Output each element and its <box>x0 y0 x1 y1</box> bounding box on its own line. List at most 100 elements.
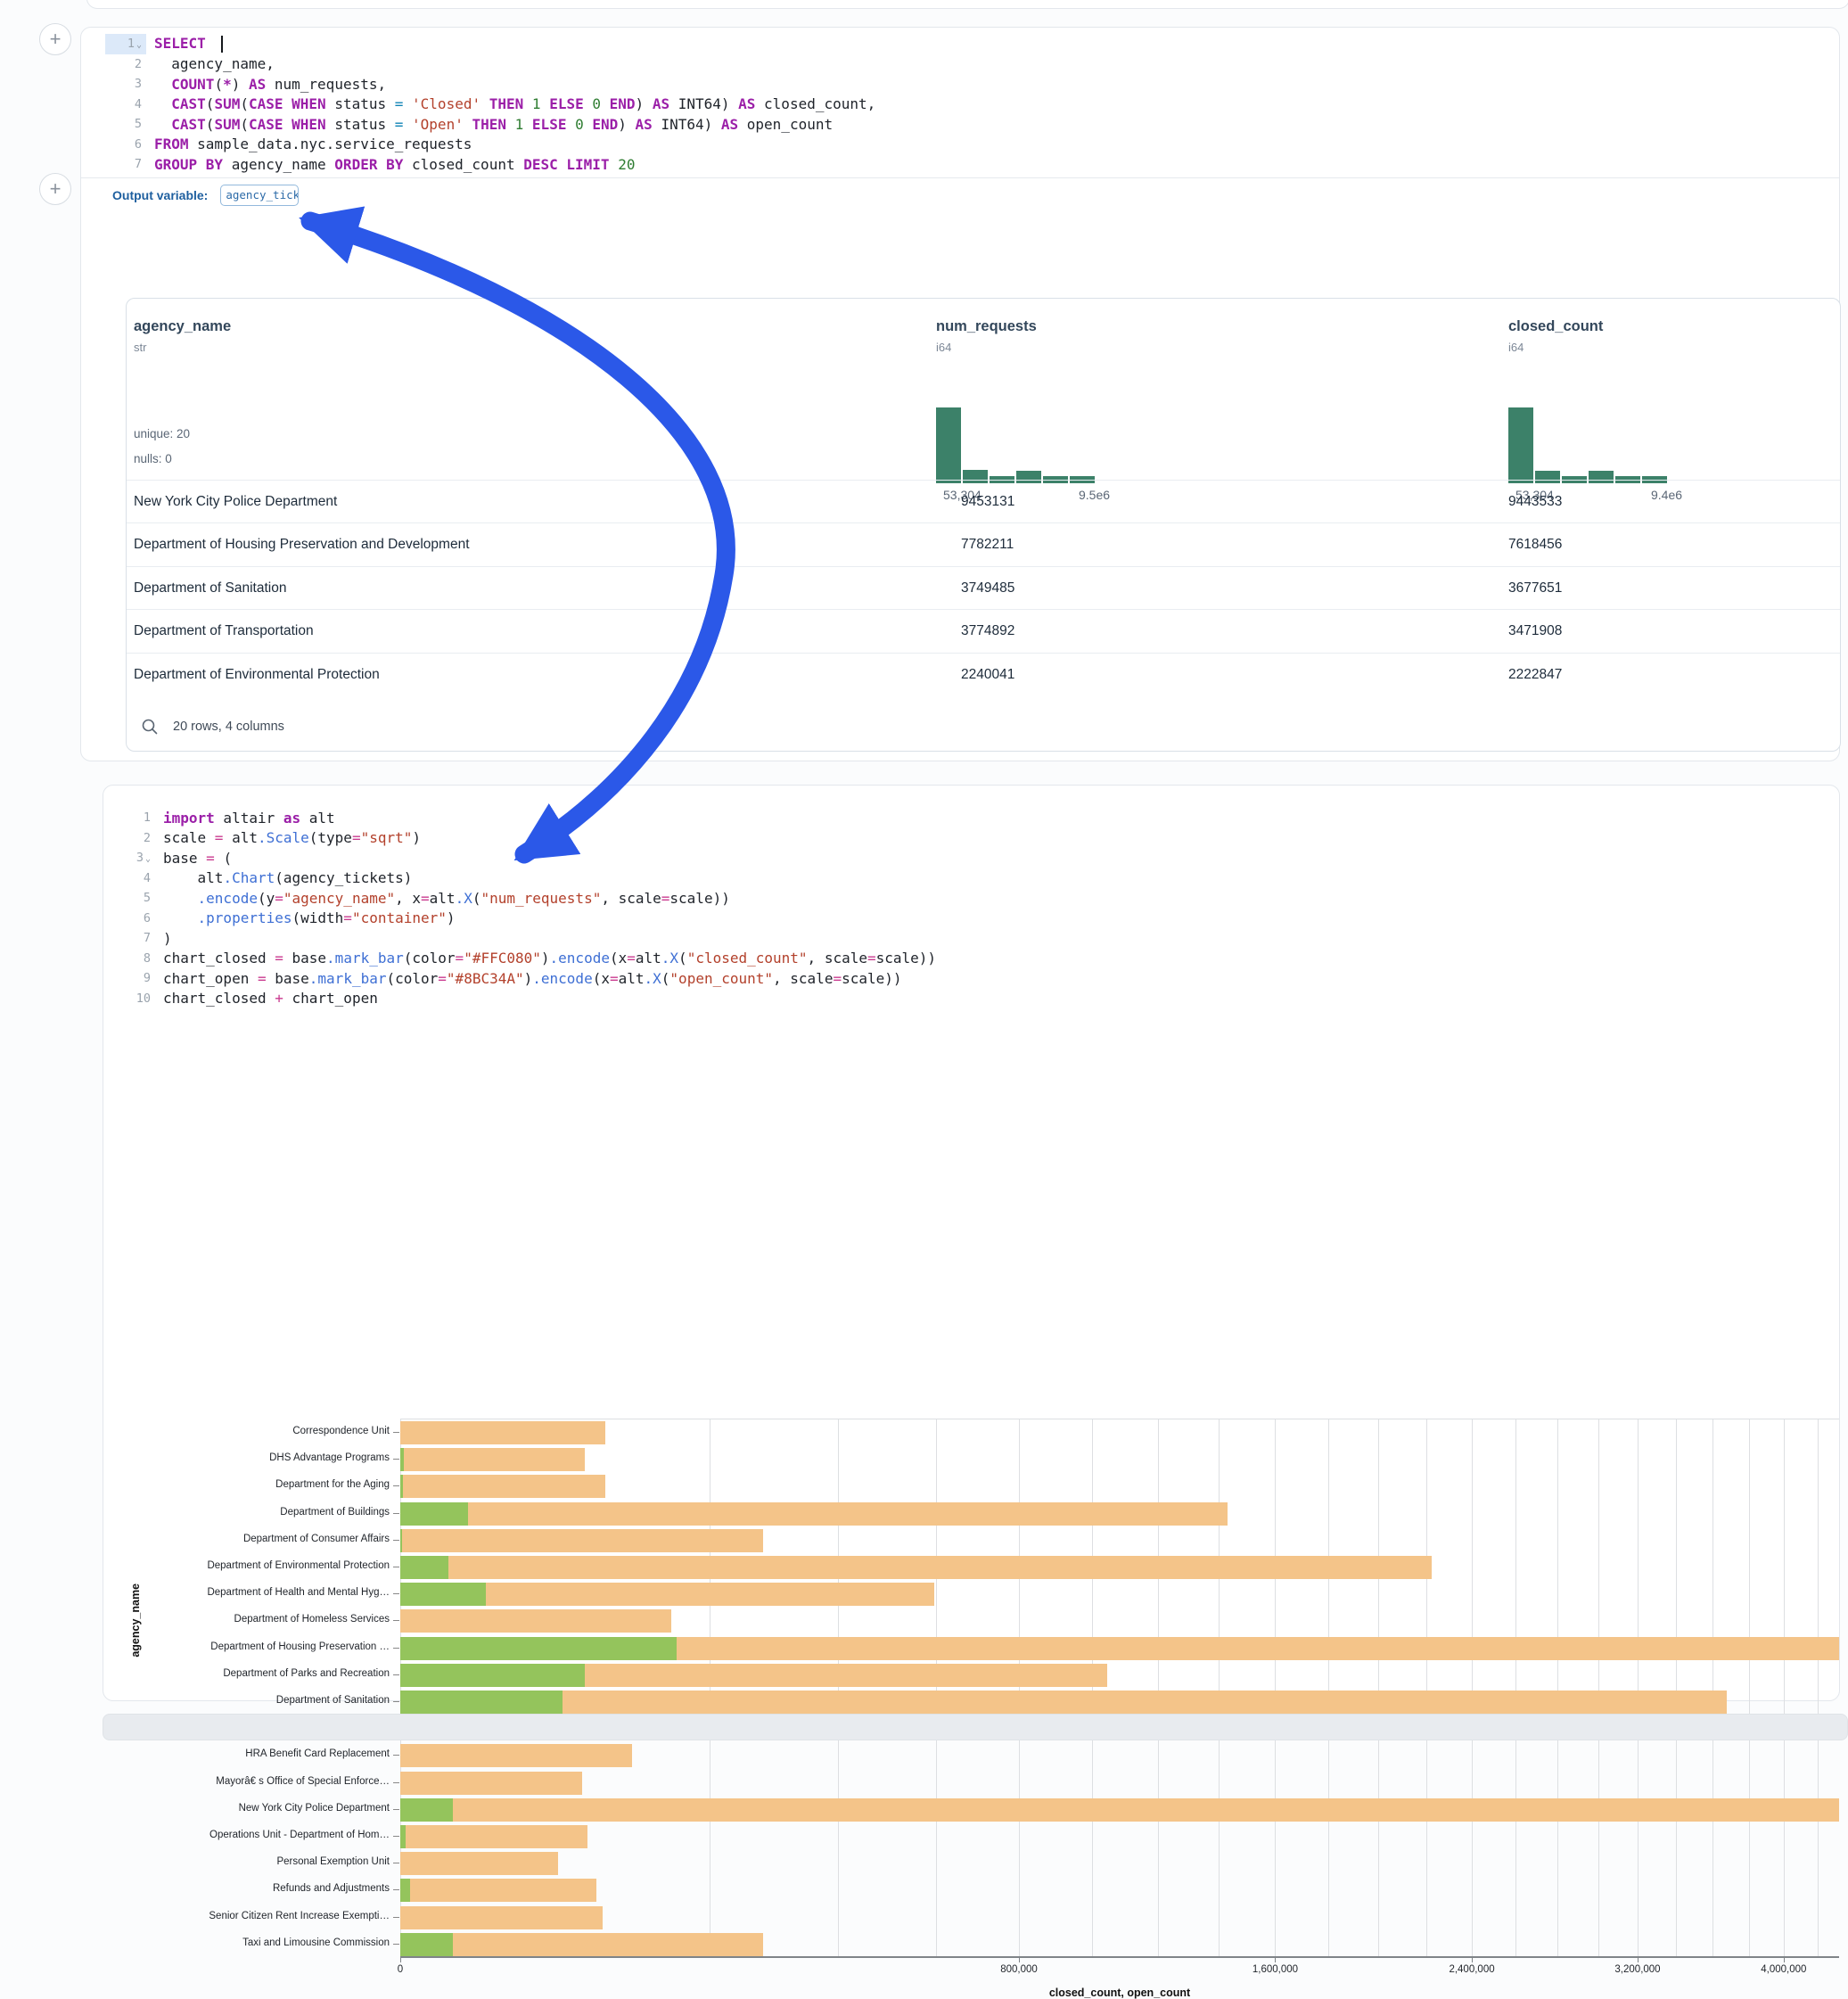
line-number: 1 <box>114 808 155 828</box>
previous-cell-bottom-edge <box>86 0 1848 9</box>
line-number: 5 <box>105 114 146 135</box>
code-text: .properties(width="container") <box>163 909 456 926</box>
code-line[interactable]: 3⌄base = ( <box>103 848 1839 868</box>
code-text: CAST(SUM(CASE WHEN status = 'Open' THEN … <box>154 116 833 133</box>
y-axis-label: HRA Benefit Card Replacement <box>103 1748 390 1759</box>
bar-open-count <box>400 1556 448 1579</box>
x-axis-label: 800,000 <box>1000 1964 1038 1975</box>
code-text: GROUP BY agency_name ORDER BY closed_cou… <box>154 156 635 173</box>
code-line[interactable]: 6 .properties(width="container") <box>103 909 1839 929</box>
code-line[interactable]: 7) <box>103 928 1839 949</box>
code-text: ) <box>163 930 172 947</box>
table-cell: 7618456 <box>1508 523 1562 566</box>
table-cell: 3749485 <box>961 567 1014 610</box>
y-axis-label: Operations Unit - Department of Hom… <box>103 1830 390 1840</box>
sql-code-editor[interactable]: 1⌄SELECT 2 agency_name,3 COUNT(*) AS num… <box>81 28 1839 175</box>
y-axis-tick <box>393 1755 399 1756</box>
cell-resize-handle[interactable] <box>103 1714 1848 1740</box>
line-number: 7 <box>114 928 155 949</box>
x-axis-tick <box>1784 1958 1785 1962</box>
y-axis-label: Department of Environmental Protection <box>103 1560 390 1571</box>
output-variable-pill[interactable]: agency_tickets <box>220 185 299 206</box>
code-line[interactable]: 9chart_open = base.mark_bar(color="#8BC3… <box>103 968 1839 989</box>
y-axis-label: Personal Exemption Unit <box>103 1856 390 1867</box>
gridline <box>1378 1419 1379 1957</box>
gridline <box>1598 1419 1599 1957</box>
table-cell: New York City Police Department <box>134 481 337 523</box>
gridline <box>1749 1419 1750 1957</box>
add-cell-button[interactable]: + <box>39 23 71 55</box>
code-line[interactable]: 1import altair as alt <box>103 808 1839 828</box>
gridline <box>1472 1419 1473 1957</box>
y-axis-label: Taxi and Limousine Commission <box>103 1937 390 1948</box>
code-text: COUNT(*) AS num_requests, <box>154 76 386 93</box>
bar-closed-count <box>400 1609 671 1633</box>
column-name: agency_name <box>134 318 508 335</box>
x-axis-label: 1,600,000 <box>1253 1964 1298 1975</box>
line-number: 6 <box>114 909 155 929</box>
code-text: CAST(SUM(CASE WHEN status = 'Closed' THE… <box>154 95 875 112</box>
y-axis-label: Senior Citizen Rent Increase Exempti… <box>103 1911 390 1921</box>
table-row: New York City Police Department945313194… <box>127 480 1840 523</box>
y-axis-label: Refunds and Adjustments <box>103 1883 390 1894</box>
bar-open-count <box>400 1933 453 1956</box>
y-axis-label: Department of Buildings <box>103 1507 390 1518</box>
code-line[interactable]: 1⌄SELECT <box>81 34 1839 54</box>
code-line[interactable]: 2 agency_name, <box>81 54 1839 75</box>
column-header[interactable]: num_requestsi6453,3049.5e6 <box>936 318 1310 354</box>
column-name: num_requests <box>936 318 1310 335</box>
code-text: FROM sample_data.nyc.service_requests <box>154 136 472 152</box>
code-line[interactable]: 5 .encode(y="agency_name", x=alt.X("num_… <box>103 888 1839 909</box>
code-line[interactable]: 2 scale = alt.Scale(type="sqrt") <box>103 828 1839 849</box>
y-axis-tick <box>393 1485 399 1486</box>
y-axis-tick <box>393 1809 399 1810</box>
bar-open-count <box>400 1502 468 1526</box>
bar-closed-count <box>400 1825 587 1848</box>
line-number: 2 <box>114 828 155 849</box>
code-text: chart_open = base.mark_bar(color="#8BC34… <box>163 970 902 987</box>
column-name: closed_count <box>1508 318 1841 335</box>
bar-closed-count <box>400 1529 763 1552</box>
line-number: 1⌄ <box>105 34 146 54</box>
bar-open-count <box>400 1691 563 1714</box>
code-line[interactable]: 4 CAST(SUM(CASE WHEN status = 'Closed' T… <box>81 95 1839 115</box>
column-header[interactable]: closed_counti6453,3049.4e6 <box>1508 318 1841 354</box>
code-line[interactable]: 6FROM sample_data.nyc.service_requests <box>81 135 1839 155</box>
code-line[interactable]: 7GROUP BY agency_name ORDER BY closed_co… <box>81 154 1839 175</box>
code-line[interactable]: 5 CAST(SUM(CASE WHEN status = 'Open' THE… <box>81 114 1839 135</box>
fold-chevron-icon[interactable]: ⌄ <box>136 40 142 50</box>
search-icon[interactable] <box>141 718 159 736</box>
y-axis-tick <box>393 1889 399 1890</box>
gridline <box>1515 1419 1516 1957</box>
chart-x-axis-title: closed_count, open_count <box>1049 1987 1190 1999</box>
gridline <box>1219 1419 1220 1957</box>
gridline <box>1557 1419 1558 1957</box>
table-cell: 3774892 <box>961 610 1014 653</box>
code-text: scale = alt.Scale(type="sqrt") <box>163 829 421 846</box>
add-cell-button[interactable]: + <box>39 173 71 205</box>
y-axis-tick <box>393 1917 399 1918</box>
bar-open-count <box>400 1583 486 1606</box>
y-axis-label: Department of Parks and Recreation <box>103 1668 390 1679</box>
y-axis-tick <box>393 1782 399 1783</box>
y-axis-tick <box>393 1513 399 1514</box>
fold-chevron-icon[interactable]: ⌄ <box>145 854 151 864</box>
x-axis-tick <box>400 1958 401 1962</box>
code-line[interactable]: 4 alt.Chart(agency_tickets) <box>103 868 1839 889</box>
y-axis-tick <box>393 1432 399 1433</box>
y-axis-tick <box>393 1836 399 1837</box>
line-number: 5 <box>114 888 155 909</box>
code-line[interactable]: 8chart_closed = base.mark_bar(color="#FF… <box>103 949 1839 969</box>
y-axis-label: DHS Advantage Programs <box>103 1452 390 1463</box>
y-axis-tick <box>393 1648 399 1649</box>
code-line[interactable]: 3 COUNT(*) AS num_requests, <box>81 74 1839 95</box>
bar-open-count <box>400 1529 402 1552</box>
python-code-editor[interactable]: 1import altair as alt2 scale = alt.Scale(… <box>103 786 1839 1008</box>
column-header[interactable]: agency_namestrunique: 20nulls: 0 <box>134 318 508 354</box>
y-axis-label: Department of Consumer Affairs <box>103 1534 390 1544</box>
code-line[interactable]: 10chart_closed + chart_open <box>103 989 1839 1009</box>
bar-open-count <box>400 1825 406 1848</box>
x-axis-label: 0 <box>398 1964 403 1975</box>
bar-open-count <box>400 1798 453 1822</box>
line-number: 3 <box>105 74 146 95</box>
